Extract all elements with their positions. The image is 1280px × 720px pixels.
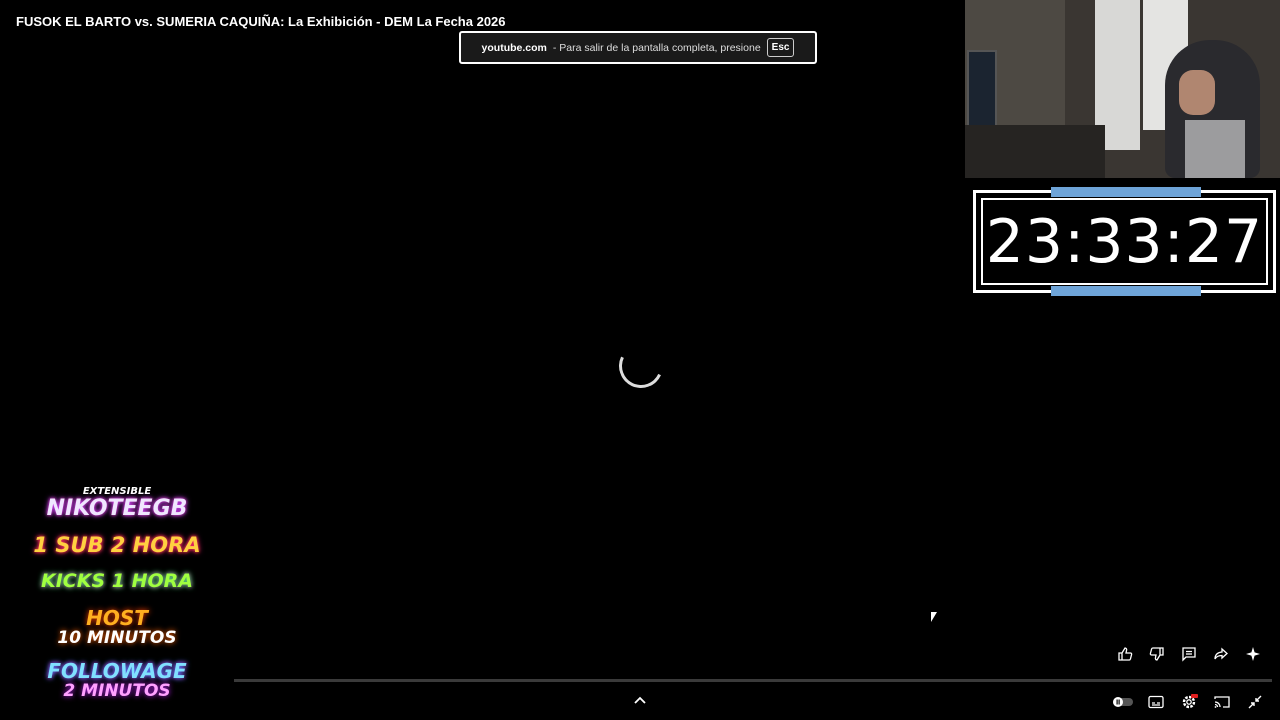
notice-domain: youtube.com <box>481 41 547 54</box>
mouse-cursor-icon <box>931 612 937 622</box>
promo-line: NIKOTEEGB <box>46 496 188 521</box>
countdown-clock: 23:33:27 <box>973 187 1276 296</box>
chevron-up-icon[interactable] <box>630 690 650 710</box>
fullscreen-notice: youtube.com - Para salir de la pantalla … <box>459 31 817 64</box>
progress-bar[interactable] <box>234 679 1272 682</box>
subtitles-icon[interactable] <box>1144 690 1167 713</box>
promo-line: 1 SUB 2 HORA <box>33 533 201 557</box>
promo-line: KICKS 1 HORA <box>41 570 193 592</box>
promo-overlay: EXTENSIBLE NIKOTEEGB 1 SUB 2 HORA KICKS … <box>0 486 234 720</box>
notice-message: - Para salir de la pantalla completa, pr… <box>552 41 761 54</box>
clock-time: 23:33:27 <box>985 206 1264 277</box>
loading-spinner-icon <box>612 337 670 395</box>
dislike-icon[interactable] <box>1145 642 1168 665</box>
promo-line: 2 MINUTOS <box>63 681 171 701</box>
promo-line: HOST <box>86 606 148 630</box>
sparkle-icon[interactable] <box>1241 642 1264 665</box>
webcam-overlay <box>965 0 1280 178</box>
promo-line: FOLLOWAGE <box>47 659 187 683</box>
video-title: FUSOK EL BARTO vs. SUMERIA CAQUIÑA: La E… <box>16 14 506 29</box>
cast-icon[interactable] <box>1210 690 1233 713</box>
settings-icon[interactable] <box>1177 690 1200 713</box>
like-icon[interactable] <box>1113 642 1136 665</box>
comments-icon[interactable] <box>1177 642 1200 665</box>
action-bar <box>1113 642 1264 665</box>
autoplay-toggle-icon[interactable] <box>1111 690 1134 713</box>
promo-line: 10 MINUTOS <box>57 628 177 648</box>
share-icon[interactable] <box>1209 642 1232 665</box>
player-controls <box>1111 690 1266 713</box>
esc-key-badge: Esc <box>766 38 795 57</box>
exit-fullscreen-icon[interactable] <box>1243 690 1266 713</box>
